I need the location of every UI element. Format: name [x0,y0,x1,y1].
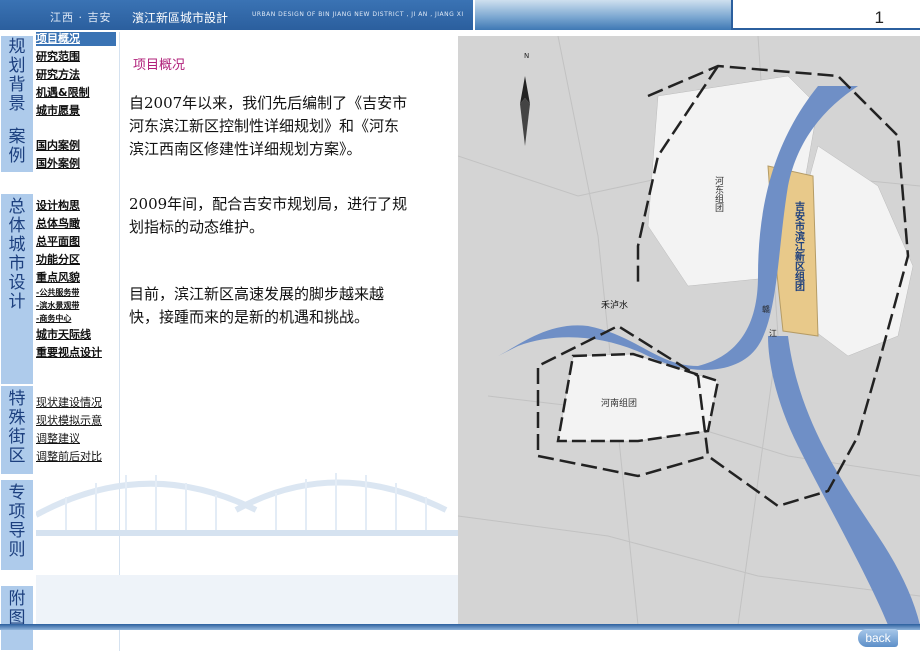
site-location-map: N 河东组团 吉安市滨江新区组团 禾泸水 河南组团 赣 江 [458,36,920,625]
footer-bar [0,624,920,630]
label-henan-group: 河南组团 [601,397,637,409]
bridge-watermark [36,473,458,625]
category-special-guidelines[interactable]: 专项导则 [1,480,33,570]
nav-item-adjustment-advice[interactable]: 调整建议 [36,432,80,446]
page-number: 1 [874,8,884,27]
category-overall-design[interactable]: 总体城市设计 [1,194,33,384]
section-title: 项目概况 [133,58,186,73]
nav-item-study-scope[interactable]: 研究范围 [36,50,80,64]
project-title: 濱江新區城市設計 [132,11,229,25]
category-column: 规划背景 案例 总体城市设计 特殊街区 专项导则 附图 [0,32,34,651]
nav-item-project-overview[interactable]: 项目概况 [36,32,116,46]
nav-item-key-features[interactable]: 重点风貌 [36,271,80,285]
label-heluwater: 禾泸水 [601,299,628,311]
category-background[interactable]: 规划背景 [1,36,33,128]
nav-item-current-simulation[interactable]: 现状模拟示意 [36,414,102,428]
nav-item-viewpoints[interactable]: 重要视点设计 [36,346,102,360]
project-title-en: URBAN DESIGN OF BIN JIANG NEW DISTRICT ,… [252,11,464,18]
paragraph-maintenance: 2009年间，配合吉安市规划局，进行了规划指标的动态维护。 [129,195,408,236]
nav-item-opportunities[interactable]: 机遇&限制 [36,86,90,100]
nav-item-skyline[interactable]: 城市天际线 [36,328,91,342]
paragraph-intro: 自2007年以来，我们先后编制了《吉安市河东滨江新区控制性详细规划》和《河东滨江… [129,94,408,158]
nav-item-domestic-cases[interactable]: 国内案例 [36,139,80,153]
header-river-photo [473,0,733,30]
nav-item-city-vision[interactable]: 城市愿景 [36,104,80,118]
category-special-district[interactable]: 特殊街区 [1,386,33,474]
label-jiang: 江 [769,329,777,338]
label-binjiang-group: 吉安市滨江新区组团 [793,200,805,292]
nav-item-master-plan[interactable]: 总平面图 [36,235,80,249]
nav-item-waterfront-belt[interactable]: -滨水景观带 [36,299,79,313]
nav-item-design-concept[interactable]: 设计构思 [36,199,80,213]
nav-item-public-service-belt[interactable]: -公共服务带 [36,286,79,300]
paragraph-outlook: 目前，滨江新区高速发展的脚步越来越快，接踵而来的是新的机遇和挑战。 [129,285,385,326]
nav-item-current-status[interactable]: 现状建设情况 [36,396,102,410]
category-cases[interactable]: 案例 [1,124,33,172]
nav-item-functional-zones[interactable]: 功能分区 [36,253,80,267]
north-label: N [524,52,529,60]
nav-item-foreign-cases[interactable]: 国外案例 [36,157,80,171]
page-number-box: 1 [731,0,920,30]
back-button[interactable]: back [858,629,898,647]
nav-item-study-method[interactable]: 研究方法 [36,68,80,82]
label-hedong-group: 河东组团 [713,175,724,213]
category-appendix[interactable]: 附图 [1,586,33,650]
nav-item-aerial-view[interactable]: 总体鸟瞰 [36,217,80,231]
label-gan: 赣 [762,304,770,314]
header-bar: 江西 · 吉安 濱江新區城市設計 URBAN DESIGN OF BIN JIA… [0,0,920,30]
brand-logo-text: 江西 · 吉安 [50,11,112,24]
nav-item-business-center[interactable]: -商务中心 [36,312,71,326]
